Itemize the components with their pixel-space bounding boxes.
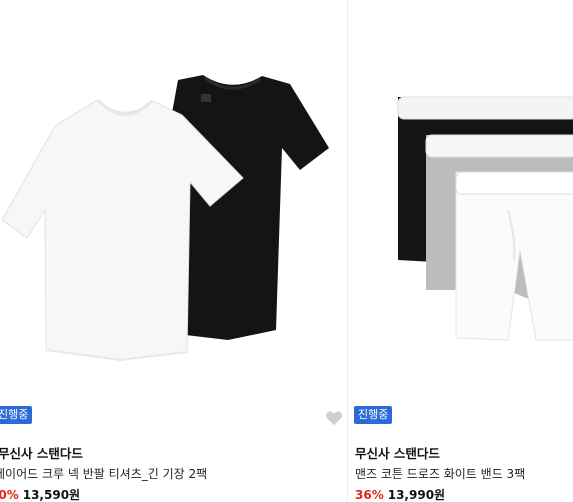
product-brand[interactable]: 무신사 스탠다드 [355,443,440,462]
product-price: 13,590원 [22,488,81,502]
discount-rate: 36% [355,488,384,502]
product-name[interactable]: 맨즈 코튼 드로즈 화이트 밴드 3팩 [355,465,525,482]
product-name[interactable]: 레이어드 크루 넥 반팔 티셔츠_긴 기장 2팩 [0,465,207,482]
product-image-drawers[interactable] [348,0,573,396]
product-image-tshirts[interactable] [0,0,347,396]
discount-rate: 30% [0,488,19,502]
product-card-tshirts[interactable]: 진행중 무신사 스탠다드 레이어드 크루 넥 반팔 티셔츠_긴 기장 2팩 30… [0,0,347,502]
product-brand[interactable]: 무신사 스탠다드 [0,443,83,462]
product-card-drawers[interactable]: 진행중 무신사 스탠다드 맨즈 코튼 드로즈 화이트 밴드 3팩 36% 13,9… [348,0,573,502]
product-price: 13,990원 [387,488,446,502]
price-row: 30%13,590원 [0,486,80,502]
heart-icon[interactable] [325,410,343,426]
price-row: 36% 13,990원 [355,486,445,502]
status-badge: 진행중 [354,406,393,424]
status-badge: 진행중 [0,406,33,424]
